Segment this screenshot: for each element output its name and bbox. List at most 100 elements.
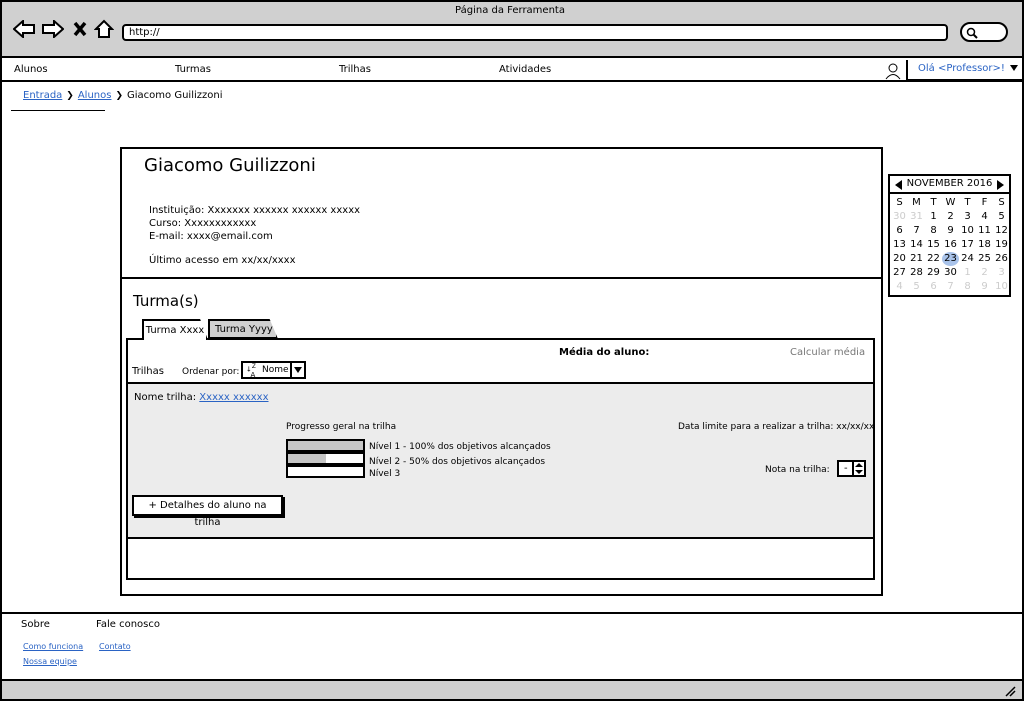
- nome-trilha-label: Nome trilha:: [134, 392, 197, 403]
- next-month-icon[interactable]: [997, 180, 1004, 190]
- user-icon: [884, 62, 904, 80]
- breadcrumb-entrada[interactable]: Entrada: [23, 90, 62, 101]
- chevron-right-icon: ❯: [66, 90, 74, 101]
- calendar-day[interactable]: 8: [925, 224, 942, 238]
- tab-turma-yyyy[interactable]: Turma Yyyy: [208, 319, 278, 339]
- calendar-day[interactable]: 22: [925, 252, 942, 266]
- stepper-arrows-icon[interactable]: [852, 462, 864, 475]
- user-greeting: Olá <Professor>!: [918, 63, 1005, 74]
- nivel-2-progress-bar: [286, 452, 365, 465]
- calendar-day[interactable]: 7: [908, 224, 925, 238]
- menu-item-turmas[interactable]: Turmas: [175, 64, 211, 75]
- browser-search-field[interactable]: [960, 22, 1008, 42]
- home-icon[interactable]: [93, 16, 115, 42]
- nivel-1-progress-bar: [286, 439, 365, 452]
- resize-grip-icon[interactable]: [1004, 685, 1016, 697]
- calendar-day[interactable]: 2: [942, 210, 959, 224]
- calendar-day[interactable]: 8: [959, 280, 976, 294]
- breadcrumb: Entrada ❯ Alunos ❯ Giacomo Guilizzoni: [23, 90, 222, 101]
- calendar-day[interactable]: 11: [976, 224, 993, 238]
- calendar-weekday: F: [981, 197, 988, 208]
- calendar-day[interactable]: 3: [959, 210, 976, 224]
- calendar-day[interactable]: 31: [908, 210, 925, 224]
- user-dropdown[interactable]: Olá <Professor>!: [906, 60, 1022, 81]
- calendar-day[interactable]: 26: [993, 252, 1010, 266]
- url-bar[interactable]: http://: [122, 24, 948, 41]
- sort-select[interactable]: ↓Z A Nome: [241, 361, 306, 379]
- calendar-day[interactable]: 7: [942, 280, 959, 294]
- student-name: Giacomo Guilizzoni: [144, 155, 316, 176]
- calendar-day[interactable]: 1: [959, 266, 976, 280]
- calendar-day[interactable]: 1: [925, 210, 942, 224]
- trilhas-label: Trilhas: [132, 366, 164, 377]
- calendar-weekday: S: [896, 197, 903, 208]
- footer-link-contato[interactable]: Contato: [99, 642, 131, 651]
- menu-item-trilhas[interactable]: Trilhas: [339, 64, 371, 75]
- calendar-day[interactable]: 14: [908, 238, 925, 252]
- calendar-weekday: W: [945, 197, 956, 208]
- calendar-day[interactable]: 16: [942, 238, 959, 252]
- calendar-day[interactable]: 17: [959, 238, 976, 252]
- calendar-day[interactable]: 3: [993, 266, 1010, 280]
- card-divider: [122, 277, 881, 279]
- nivel-3-label: Nível 3: [369, 469, 401, 479]
- calendar-day[interactable]: 5: [908, 280, 925, 294]
- email-text: E-mail: xxxx@email.com: [149, 231, 273, 242]
- breadcrumb-underline: [11, 110, 105, 111]
- chevron-right-icon: ❯: [115, 90, 124, 101]
- calendar-day[interactable]: 2: [976, 266, 993, 280]
- menu-item-atividades[interactable]: Atividades: [499, 64, 551, 75]
- calendar-day[interactable]: 13: [891, 238, 908, 252]
- calendar-weekday: T: [964, 197, 971, 208]
- breadcrumb-alunos[interactable]: Alunos: [78, 90, 112, 101]
- stop-icon[interactable]: [71, 16, 89, 42]
- calendar-day[interactable]: 24: [959, 252, 976, 266]
- calcular-media-button[interactable]: Calcular média: [790, 347, 865, 358]
- calendar-day[interactable]: 9: [976, 280, 993, 294]
- footer-link-como-funciona[interactable]: Como funciona: [23, 642, 83, 651]
- nota-stepper[interactable]: -: [837, 460, 866, 477]
- sort-value: Nome: [262, 365, 289, 375]
- media-aluno-label: Média do aluno:: [559, 347, 650, 358]
- calendar-day[interactable]: 19: [993, 238, 1010, 252]
- calendar-month: NOVEMBER 2016: [906, 178, 993, 189]
- footer-link-nossa-equipe[interactable]: Nossa equipe: [23, 657, 77, 666]
- forward-icon[interactable]: [41, 16, 65, 42]
- calendar-day[interactable]: 15: [925, 238, 942, 252]
- detalhes-aluno-button[interactable]: + Detalhes do aluno na trilha: [132, 495, 283, 528]
- calendar-day[interactable]: 9: [942, 224, 959, 238]
- window-title: Página da Ferramenta: [455, 5, 565, 16]
- menu-item-alunos[interactable]: Alunos: [14, 64, 48, 75]
- prev-month-icon[interactable]: [895, 180, 902, 190]
- back-icon[interactable]: [12, 16, 36, 42]
- calendar-day-selected[interactable]: 23: [942, 252, 959, 266]
- tab-turma-xxxx[interactable]: Turma Xxxx: [142, 319, 208, 340]
- calendar-day[interactable]: 4: [891, 280, 908, 294]
- calendar-weekday: T: [930, 197, 937, 208]
- calendar-day[interactable]: 10: [993, 280, 1010, 294]
- calendar-day[interactable]: 21: [908, 252, 925, 266]
- calendar-day[interactable]: 29: [925, 266, 942, 280]
- calendar-day[interactable]: 12: [993, 224, 1010, 238]
- calendar-day[interactable]: 30: [942, 266, 959, 280]
- calendar-day[interactable]: 28: [908, 266, 925, 280]
- calendar-day[interactable]: 4: [976, 210, 993, 224]
- calendar-day[interactable]: 18: [976, 238, 993, 252]
- calendar-day[interactable]: 20: [891, 252, 908, 266]
- calendar-header: NOVEMBER 2016: [890, 176, 1009, 194]
- search-icon: [966, 27, 978, 39]
- footer-sobre: Sobre: [21, 619, 50, 630]
- instituicao-text: Instituição: Xxxxxxx xxxxxx xxxxxx xxxxx: [149, 205, 361, 216]
- calendar-day[interactable]: 5: [993, 210, 1010, 224]
- calendar-day[interactable]: 6: [925, 280, 942, 294]
- ultimo-acesso-text: Último acesso em xx/xx/xxxx: [149, 255, 296, 266]
- calendar-day[interactable]: 6: [891, 224, 908, 238]
- nota-value: -: [844, 463, 848, 474]
- calendar-weekday: M: [912, 197, 921, 208]
- calendar-day[interactable]: 30: [891, 210, 908, 224]
- calendar-day[interactable]: 10: [959, 224, 976, 238]
- chevron-down-icon: [290, 363, 304, 377]
- nome-trilha-link[interactable]: Xxxxx xxxxxx: [199, 392, 268, 403]
- calendar-day[interactable]: 25: [976, 252, 993, 266]
- calendar-day[interactable]: 27: [891, 266, 908, 280]
